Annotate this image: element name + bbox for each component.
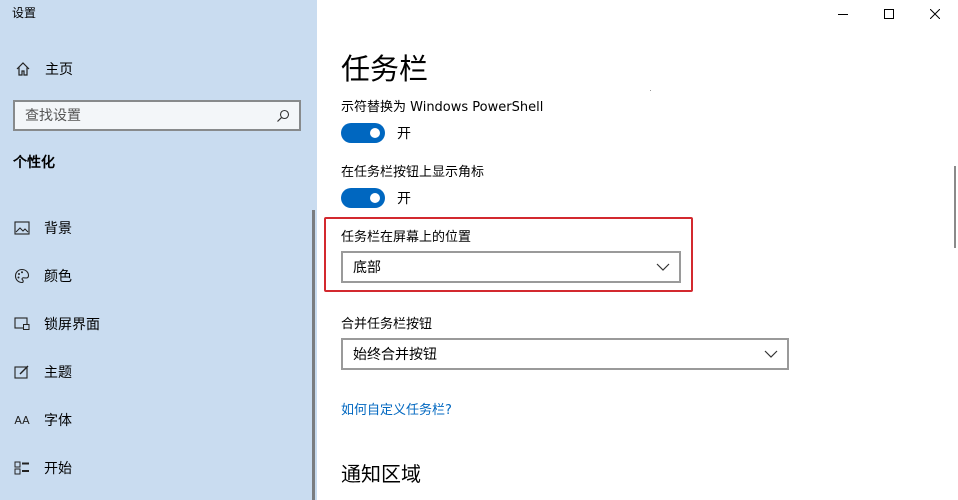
- background-image-icon: [13, 219, 31, 237]
- search-input[interactable]: [25, 107, 275, 124]
- combine-dropdown-value: 始终合并按钮: [353, 347, 437, 363]
- main-panel: 任务栏 示符替换为 Windows PowerShell 开 在任务栏按钮上显示…: [317, 0, 958, 500]
- badges-toggle[interactable]: [341, 188, 385, 208]
- notification-area-heading: 通知区域: [341, 462, 421, 486]
- main-scrollbar[interactable]: [954, 166, 956, 248]
- sidebar-item-label: 开始: [44, 461, 72, 477]
- stray-dot: [650, 90, 651, 91]
- badges-toggle-row: 开: [341, 188, 411, 208]
- search-box[interactable]: [13, 100, 301, 131]
- caption-buttons: [820, 0, 958, 26]
- combine-label: 合并任务栏按钮: [341, 317, 433, 332]
- sidebar-item-background[interactable]: 背景: [0, 204, 317, 252]
- badges-label: 在任务栏按钮上显示角标: [341, 165, 485, 180]
- home-icon: [14, 60, 32, 78]
- toggle-knob: [370, 193, 380, 203]
- close-icon: [929, 4, 941, 23]
- chevron-down-icon: [763, 346, 779, 362]
- sidebar-item-label: 颜色: [44, 269, 72, 285]
- page-title: 任务栏: [341, 52, 429, 86]
- powershell-toggle-state: 开: [397, 126, 411, 142]
- sidebar-item-label: 字体: [44, 413, 72, 429]
- position-label: 任务栏在屏幕上的位置: [341, 230, 472, 245]
- powershell-toggle[interactable]: [341, 123, 385, 143]
- maximize-button[interactable]: [866, 0, 912, 26]
- sidebar-item-fonts[interactable]: AA 字体: [0, 396, 317, 444]
- font-icon: AA: [14, 413, 30, 427]
- section-title: 个性化: [13, 155, 55, 171]
- position-dropdown-value: 底部: [353, 260, 381, 276]
- sidebar-item-label: 锁屏界面: [44, 317, 100, 333]
- powershell-toggle-row: 开: [341, 123, 411, 143]
- sidebar-scrollbar[interactable]: [312, 210, 315, 500]
- search-icon[interactable]: [275, 108, 291, 124]
- sidebar-item-start[interactable]: 开始: [0, 444, 317, 492]
- theme-brush-icon: [13, 363, 31, 381]
- close-button[interactable]: [912, 0, 958, 26]
- position-dropdown[interactable]: 底部: [341, 251, 681, 283]
- sidebar-nav: 背景 颜色 锁屏界面 主题 AA 字体 开始: [0, 204, 317, 492]
- sidebar: 设置 主页 个性化 背景 颜色 锁屏界面: [0, 0, 317, 500]
- combine-dropdown[interactable]: 始终合并按钮: [341, 338, 789, 370]
- sidebar-home-label: 主页: [45, 62, 73, 78]
- sidebar-item-label: 背景: [44, 221, 72, 237]
- lock-screen-icon: [13, 315, 31, 333]
- chevron-down-icon: [655, 259, 671, 275]
- minimize-button[interactable]: [820, 0, 866, 26]
- sidebar-home[interactable]: 主页: [14, 58, 73, 80]
- palette-icon: [13, 267, 31, 285]
- maximize-icon: [884, 4, 894, 23]
- toggle-knob: [370, 128, 380, 138]
- window-title: 设置: [12, 6, 37, 20]
- start-menu-icon: [13, 459, 31, 477]
- sidebar-item-themes[interactable]: 主题: [0, 348, 317, 396]
- customize-taskbar-link[interactable]: 如何自定义任务栏?: [341, 399, 452, 418]
- sidebar-item-lock-screen[interactable]: 锁屏界面: [0, 300, 317, 348]
- badges-toggle-state: 开: [397, 191, 411, 207]
- sidebar-item-colors[interactable]: 颜色: [0, 252, 317, 300]
- sidebar-item-label: 主题: [44, 365, 72, 381]
- minimize-icon: [838, 4, 848, 23]
- powershell-label: 示符替换为 Windows PowerShell: [341, 100, 544, 115]
